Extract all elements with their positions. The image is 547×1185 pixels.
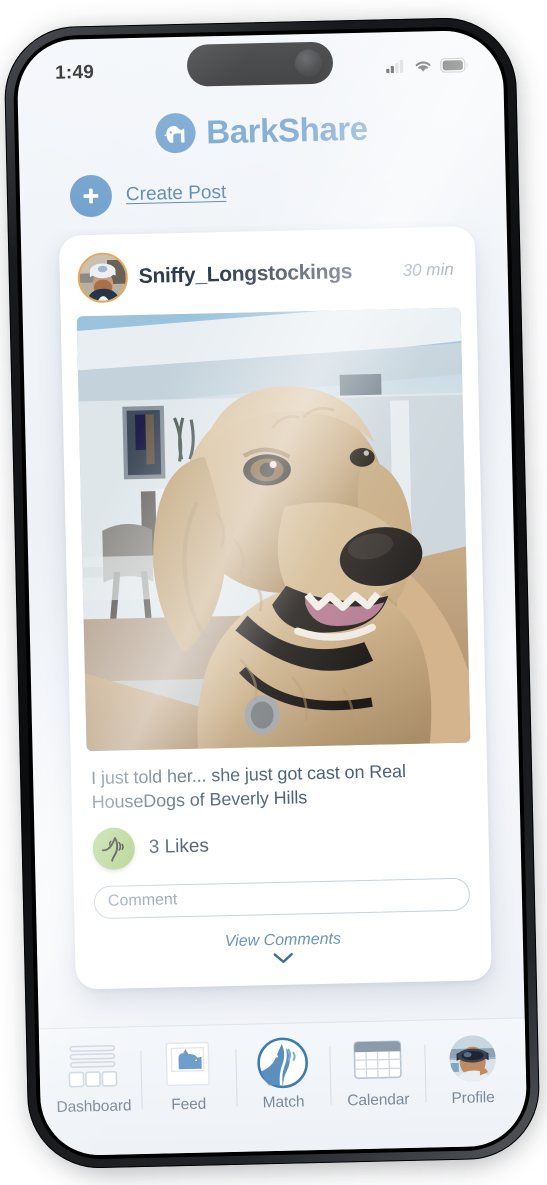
dog-head-logo-icon — [154, 112, 196, 154]
phone-screen: 1:49 BarkShare Create Post Sniffy_Longst… — [16, 29, 528, 1157]
post-caption: I just told her... she just got cast on … — [90, 761, 407, 812]
view-comments-label: View Comments — [224, 930, 342, 950]
view-comments-button[interactable]: View Comments — [90, 910, 475, 971]
plus-icon[interactable] — [69, 174, 113, 218]
status-indicators — [386, 57, 469, 74]
status-time: 1:49 — [54, 61, 95, 84]
profile-avatar-icon — [448, 1033, 496, 1084]
bottom-tab-bar: Dashboard Feed Match Calendar Profile — [38, 1017, 528, 1157]
calendar-icon — [351, 1035, 404, 1086]
create-post-row[interactable]: Create Post — [19, 152, 506, 231]
battery-icon — [440, 57, 468, 73]
dynamic-island — [186, 41, 334, 87]
likes-count: 3 Likes — [148, 834, 210, 858]
post-photo[interactable] — [76, 307, 471, 752]
cellular-signal-icon — [386, 59, 404, 74]
tab-calendar[interactable]: Calendar — [329, 1031, 426, 1128]
tab-profile-avatar — [448, 1035, 496, 1083]
wagging-tail-like-icon[interactable] — [92, 826, 136, 870]
post-timestamp: 30 min — [402, 259, 454, 280]
create-post-label[interactable]: Create Post — [126, 182, 227, 206]
phone-frame: 1:49 BarkShare Create Post Sniffy_Longst… — [3, 16, 541, 1170]
screenshot-stage: 1:49 BarkShare Create Post Sniffy_Longst… — [0, 0, 547, 1185]
chevron-down-icon — [273, 952, 293, 963]
tab-label-dashboard: Dashboard — [56, 1097, 132, 1117]
post-header: Sniffy_Longstockings 30 min — [75, 243, 460, 317]
match-wagging-tail-icon — [255, 1037, 310, 1089]
feed-photo-dog-icon — [162, 1039, 213, 1090]
feed-scroll-area[interactable]: Sniffy_Longstockings 30 min I just told … — [21, 220, 525, 1029]
app-header: BarkShare — [18, 88, 505, 163]
tab-label-profile: Profile — [451, 1089, 495, 1108]
tab-match[interactable]: Match — [235, 1033, 332, 1130]
tab-label-calendar: Calendar — [347, 1091, 410, 1110]
app-title: BarkShare — [205, 109, 369, 151]
avatar[interactable] — [77, 252, 129, 304]
front-camera-icon — [294, 49, 323, 77]
wifi-icon — [415, 61, 431, 72]
phone-mockup: 1:49 BarkShare Create Post Sniffy_Longst… — [3, 16, 541, 1174]
tab-profile[interactable]: Profile — [424, 1029, 521, 1126]
tab-feed[interactable]: Feed — [140, 1035, 237, 1132]
dashboard-icon — [65, 1042, 122, 1093]
post-author[interactable]: Sniffy_Longstockings — [139, 259, 392, 289]
tab-label-match: Match — [262, 1093, 305, 1112]
tab-dashboard[interactable]: Dashboard — [45, 1037, 142, 1134]
tab-label-feed: Feed — [171, 1095, 207, 1114]
post-card: Sniffy_Longstockings 30 min I just told … — [58, 226, 492, 990]
likes-row: 3 Likes — [88, 806, 473, 870]
